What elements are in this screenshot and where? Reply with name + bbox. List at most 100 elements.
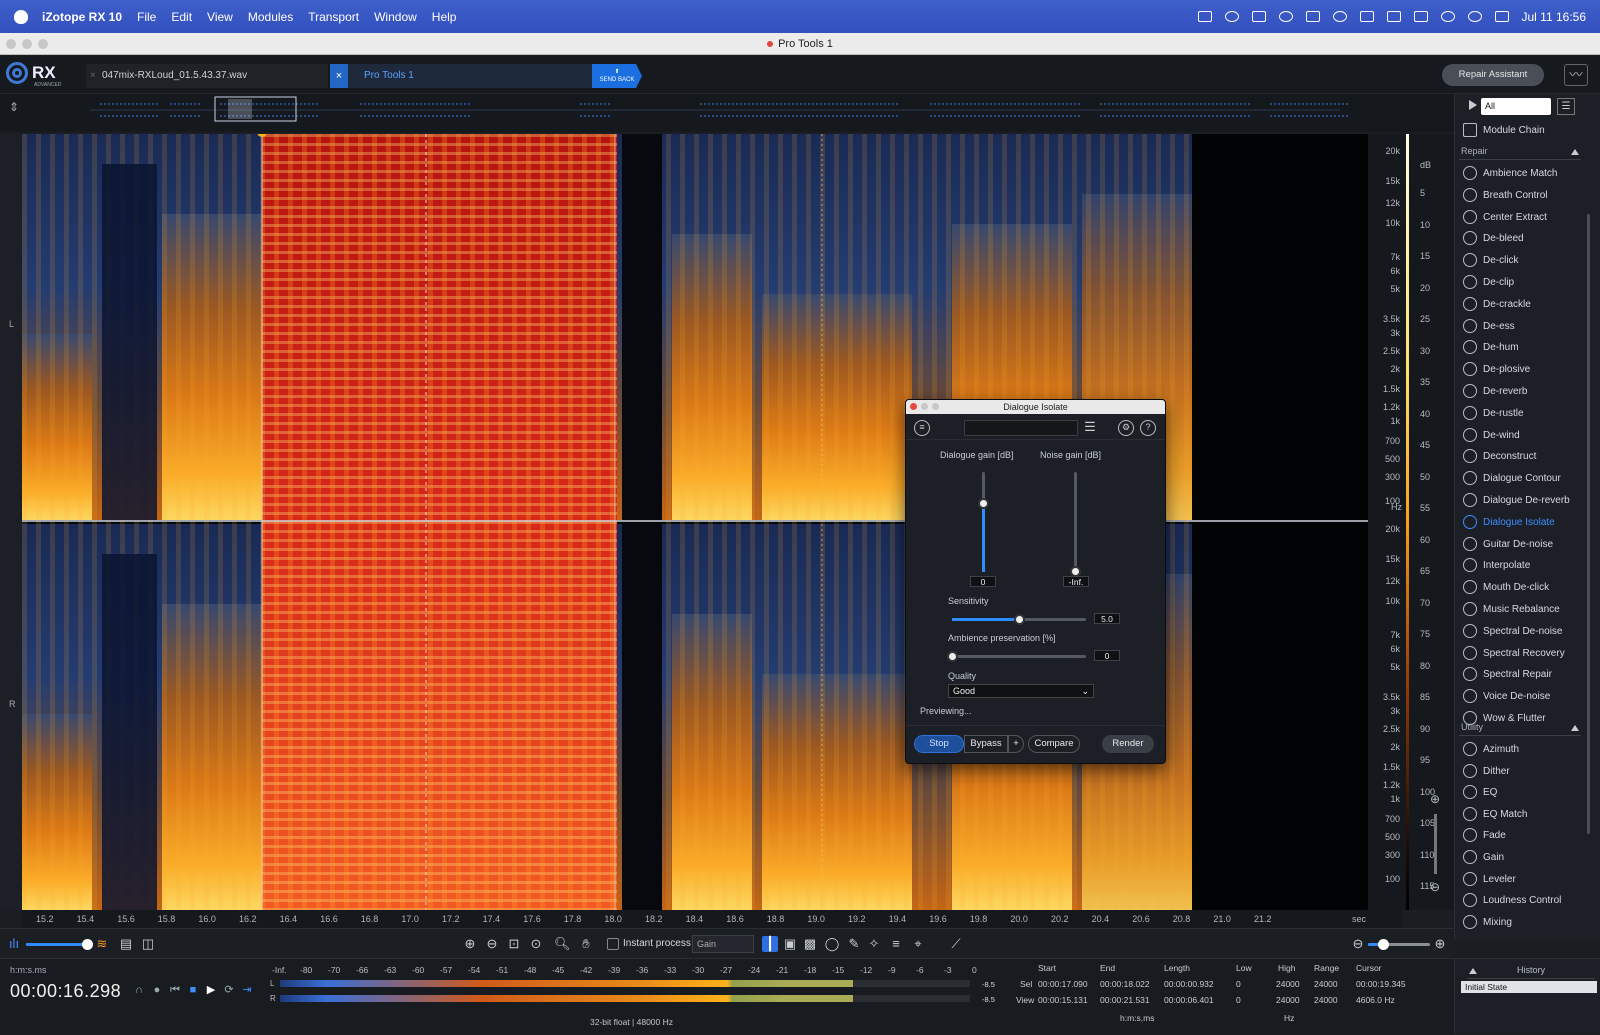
db-zoom-in-icon[interactable]: ⊕ <box>1430 792 1440 806</box>
module-de-plosive[interactable]: De-plosive <box>1455 359 1600 380</box>
module-loudness-control[interactable]: Loudness Control <box>1455 890 1600 911</box>
collapse-history-icon[interactable] <box>1469 968 1477 974</box>
menu-transport[interactable]: Transport <box>308 10 359 24</box>
zoom-out-icon[interactable]: ⊖ <box>484 936 500 952</box>
menu-window[interactable]: Window <box>374 10 417 24</box>
module-panel-scrollbar[interactable] <box>1587 214 1590 834</box>
waveform-overview[interactable]: ⇕ <box>0 94 1454 132</box>
menu-view[interactable]: View <box>207 10 233 24</box>
utility-section-header[interactable]: Utility <box>1459 722 1581 736</box>
module-mouth-de-click[interactable]: Mouth De-click <box>1455 577 1600 598</box>
slider-knob[interactable] <box>82 939 93 950</box>
lasso-tool-icon[interactable]: ◯ <box>824 936 840 952</box>
spectrogram-settings-icon[interactable]: ▤ <box>118 936 134 952</box>
ambience-preservation-slider[interactable] <box>947 651 1086 662</box>
bluetooth-icon[interactable] <box>1332 11 1347 22</box>
plugin-zoom-button[interactable] <box>932 403 939 410</box>
spotlight-icon[interactable] <box>1467 11 1482 22</box>
play-selection-button[interactable]: ⇥ <box>240 983 254 997</box>
module-dialogue-isolate[interactable]: Dialogue Isolate <box>1455 512 1600 533</box>
module-de-hum[interactable]: De-hum <box>1455 337 1600 358</box>
fade-tool-icon[interactable]: ⟋ <box>948 936 964 952</box>
module-breath-control[interactable]: Breath Control <box>1455 185 1600 206</box>
module-gain[interactable]: Gain <box>1455 847 1600 868</box>
module-azimuth[interactable]: Azimuth <box>1455 739 1600 760</box>
magic-wand-icon[interactable]: ✧ <box>866 936 882 952</box>
zoom-window-button[interactable] <box>38 39 48 49</box>
sensitivity-knob[interactable] <box>1014 614 1025 625</box>
module-filter-select[interactable]: All <box>1481 98 1551 115</box>
repair-assistant-button[interactable]: Repair Assistant <box>1442 64 1544 86</box>
dialogue-gain-value[interactable]: 0 <box>970 576 996 587</box>
menubar-clock[interactable]: Jul 11 16:56 <box>1522 10 1587 24</box>
send-back-button[interactable]: ⬆ SEND BACK <box>592 64 642 88</box>
module-dialogue-de-reverb[interactable]: Dialogue De-reverb <box>1455 490 1600 511</box>
record-button[interactable]: ● <box>150 983 164 997</box>
db-zoom-out-icon[interactable]: ⊖ <box>1430 880 1440 894</box>
module-ambience-match[interactable]: Ambience Match <box>1455 163 1600 184</box>
ambience-preservation-value[interactable]: 0 <box>1094 650 1120 661</box>
sel-start[interactable]: 00:00:17.090 <box>1038 979 1088 989</box>
status-app-icon[interactable] <box>1197 11 1212 22</box>
frequency-zoom-slider[interactable] <box>1368 939 1430 950</box>
spectrogram-canvas[interactable] <box>22 134 1368 910</box>
volume-icon[interactable] <box>1359 11 1374 22</box>
module-music-rebalance[interactable]: Music Rebalance <box>1455 599 1600 620</box>
module-voice-de-noise[interactable]: Voice De-noise <box>1455 686 1600 707</box>
monitor-icon[interactable]: ∩ <box>132 983 146 997</box>
frequency-zoom-in-icon[interactable]: ⊕ <box>1432 936 1448 952</box>
module-dither[interactable]: Dither <box>1455 761 1600 782</box>
module-de-reverb[interactable]: De-reverb <box>1455 381 1600 402</box>
module-eq-match[interactable]: EQ Match <box>1455 804 1600 825</box>
add-bypass-button[interactable]: + <box>1008 735 1024 753</box>
settings-gear-icon[interactable]: ⚙︎ <box>1118 420 1134 436</box>
ambience-knob[interactable] <box>947 651 958 662</box>
module-de-click[interactable]: De-click <box>1455 250 1600 271</box>
sensitivity-slider[interactable] <box>952 614 1086 625</box>
harmonic-select-icon[interactable]: ≡ <box>888 936 904 952</box>
find-similar-icon[interactable]: ⌖ <box>910 936 926 952</box>
time-format-select[interactable]: h:m:s.ms <box>10 965 47 975</box>
screen-mirror-icon[interactable] <box>1305 11 1320 22</box>
module-deconstruct[interactable]: Deconstruct <box>1455 446 1600 467</box>
view-range[interactable]: 24000 <box>1314 995 1338 1005</box>
bypass-button[interactable]: Bypass <box>964 735 1008 753</box>
menu-file[interactable]: File <box>137 10 156 24</box>
quality-select[interactable]: Good ⌄ <box>948 684 1094 698</box>
tab-file[interactable]: × 047mix-RXLoud_01.5.43.37.wav <box>86 64 328 88</box>
noise-gain-value[interactable]: -Inf. <box>1063 576 1089 587</box>
help-icon[interactable]: ? <box>1140 420 1156 436</box>
waveform-mode-icon[interactable]: ılı <box>6 936 22 952</box>
slider-knob[interactable] <box>1378 939 1389 950</box>
view-length[interactable]: 00:00:06.401 <box>1164 995 1214 1005</box>
instant-process-mode-select[interactable]: Gain <box>692 935 754 953</box>
sel-low[interactable]: 0 <box>1236 979 1241 989</box>
close-tab-icon[interactable]: × <box>90 64 96 88</box>
module-de-rustle[interactable]: De-rustle <box>1455 403 1600 424</box>
frequency-zoom-out-icon[interactable]: ⊖ <box>1350 936 1366 952</box>
sel-end[interactable]: 00:00:18.022 <box>1100 979 1150 989</box>
apple-icon[interactable] <box>14 9 28 24</box>
module-dialogue-contour[interactable]: Dialogue Contour <box>1455 468 1600 489</box>
instant-process-checkbox[interactable] <box>607 938 619 950</box>
module-chain-button[interactable]: Module Chain <box>1455 120 1600 141</box>
view-low[interactable]: 0 <box>1236 995 1241 1005</box>
frequency-selection-tool-icon[interactable]: ▣ <box>782 936 798 952</box>
render-button[interactable]: Render <box>1102 735 1154 753</box>
view-end[interactable]: 00:00:21.531 <box>1100 995 1150 1005</box>
module-mixing[interactable]: Mixing <box>1455 912 1600 933</box>
plugin-titlebar[interactable]: Dialogue Isolate <box>906 400 1165 414</box>
sel-range[interactable]: 24000 <box>1314 979 1338 989</box>
wifi-icon[interactable] <box>1440 11 1455 22</box>
preset-menu-icon[interactable]: ☰ <box>1082 420 1098 436</box>
brush-tool-icon[interactable]: ✎ <box>846 936 862 952</box>
zoom-tool-icon[interactable]: 🔍︎ <box>554 936 571 952</box>
view-high[interactable]: 24000 <box>1276 995 1300 1005</box>
module-list-menu-icon[interactable]: ☰ <box>1557 98 1575 115</box>
module-interpolate[interactable]: Interpolate <box>1455 555 1600 576</box>
sel-length[interactable]: 00:00:00.932 <box>1164 979 1214 989</box>
rewind-button[interactable]: ⏮︎ <box>168 983 182 997</box>
sensitivity-value[interactable]: 5.0 <box>1094 613 1120 624</box>
spectrogram-mode-icon[interactable]: ≋ <box>94 936 110 952</box>
status-app3-icon[interactable] <box>1278 11 1293 22</box>
